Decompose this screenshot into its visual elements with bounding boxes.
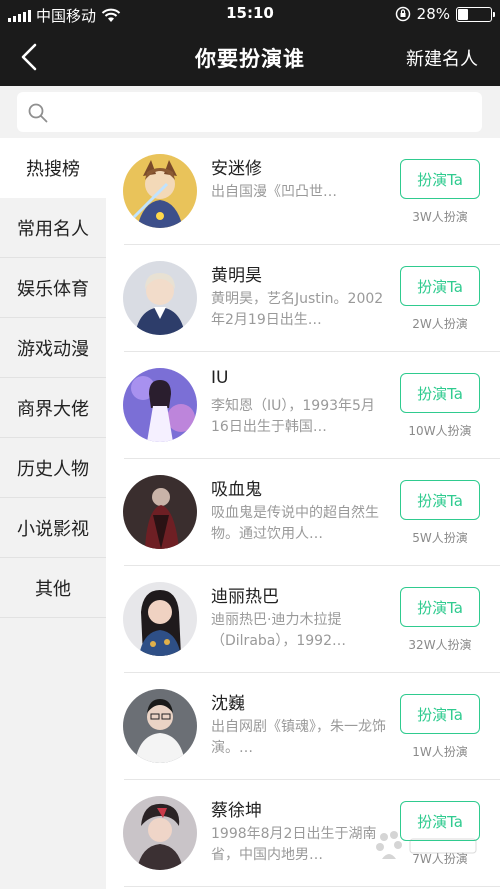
search-bar bbox=[0, 86, 500, 138]
avatar bbox=[123, 582, 197, 656]
avatar bbox=[123, 475, 197, 549]
sidebar-item-entertainment[interactable]: 娱乐体育 bbox=[0, 258, 106, 318]
list-item[interactable]: 吸血鬼 吸血鬼是传说中的超自然生物。通过饮用人… 扮演Ta 5W人扮演 bbox=[106, 459, 500, 566]
sidebar-item-label: 其他 bbox=[35, 578, 71, 600]
play-as-button[interactable]: 扮演Ta bbox=[400, 159, 480, 199]
player-count: 3W人扮演 bbox=[412, 210, 468, 224]
sidebar-item-business[interactable]: 商界大佬 bbox=[0, 378, 106, 438]
rotation-lock-icon bbox=[395, 6, 410, 22]
sidebar-item-label: 游戏动漫 bbox=[17, 338, 89, 360]
player-count: 10W人扮演 bbox=[408, 424, 472, 438]
celebrity-desc: 出自网剧《镇魂》，朱一龙饰演。… bbox=[211, 719, 386, 756]
sidebar-item-label: 热搜榜 bbox=[26, 158, 80, 180]
player-count: 2W人扮演 bbox=[412, 317, 468, 331]
player-count: 1W人扮演 bbox=[412, 745, 468, 759]
player-count: 32W人扮演 bbox=[408, 638, 472, 652]
play-as-button[interactable]: 扮演Ta bbox=[400, 480, 480, 520]
search-icon bbox=[28, 103, 48, 123]
sidebar-item-label: 常用名人 bbox=[17, 218, 89, 240]
sidebar-item-other[interactable]: 其他 bbox=[0, 558, 106, 618]
sidebar-item-label: 历史人物 bbox=[17, 458, 89, 480]
celebrity-desc: 出自国漫《凹凸世… bbox=[211, 184, 337, 200]
celebrity-name: 安迷修 bbox=[211, 159, 262, 179]
list-item[interactable]: 迪丽热巴 迪丽热巴·迪力木拉提（Dilraba），1992… 扮演Ta 32W人… bbox=[106, 566, 500, 673]
search-box[interactable] bbox=[17, 92, 482, 132]
sidebar-item-label: 小说影视 bbox=[17, 518, 89, 540]
celebrity-desc: 迪丽热巴·迪力木拉提（Dilraba），1992… bbox=[211, 612, 346, 649]
status-right: 28% bbox=[395, 5, 495, 23]
celebrity-name: 黄明昊 bbox=[211, 266, 262, 286]
celebrity-name: IU bbox=[211, 368, 229, 388]
sidebar-item-hot[interactable]: 热搜榜 bbox=[0, 138, 106, 198]
battery-percent: 28% bbox=[416, 5, 450, 23]
celebrity-desc: 吸血鬼是传说中的超自然生物。通过饮用人… bbox=[211, 505, 379, 542]
celebrity-list: 安迷修 出自国漫《凹凸世… 扮演Ta 3W人扮演 黄明昊 黄明昊，艺名Justi… bbox=[106, 138, 500, 889]
celebrity-name: 蔡徐坤 bbox=[211, 801, 262, 821]
sidebar-item-label: 娱乐体育 bbox=[17, 278, 89, 300]
list-item[interactable]: 沈巍 出自网剧《镇魂》，朱一龙饰演。… 扮演Ta 1W人扮演 bbox=[106, 673, 500, 780]
play-as-button[interactable]: 扮演Ta bbox=[400, 266, 480, 306]
list-item[interactable]: IU 李知恩（IU），1993年5月16日出生于韩国… 扮演Ta 10W人扮演 bbox=[106, 352, 500, 459]
celebrity-name: 吸血鬼 bbox=[211, 480, 262, 500]
sidebar-item-common[interactable]: 常用名人 bbox=[0, 198, 106, 258]
celebrity-name: 迪丽热巴 bbox=[211, 587, 279, 607]
avatar bbox=[123, 796, 197, 870]
avatar bbox=[123, 689, 197, 763]
play-as-button[interactable]: 扮演Ta bbox=[400, 373, 480, 413]
sidebar-item-history[interactable]: 历史人物 bbox=[0, 438, 106, 498]
player-count: 5W人扮演 bbox=[412, 531, 468, 545]
avatar bbox=[123, 154, 197, 228]
avatar bbox=[123, 368, 197, 442]
play-as-button[interactable]: 扮演Ta bbox=[400, 587, 480, 627]
new-celebrity-button[interactable]: 新建名人 bbox=[406, 45, 478, 71]
list-item[interactable]: 黄明昊 黄明昊，艺名Justin。2002年2月19日出生… 扮演Ta 2W人扮… bbox=[106, 245, 500, 352]
celebrity-desc: 李知恩（IU），1993年5月16日出生于韩国… bbox=[211, 398, 375, 435]
sidebar-item-label: 商界大佬 bbox=[17, 398, 89, 420]
baidu-watermark-logo bbox=[376, 831, 477, 859]
play-as-button[interactable]: 扮演Ta bbox=[400, 694, 480, 734]
category-sidebar: 热搜榜 常用名人 娱乐体育 游戏动漫 商界大佬 历史人物 小说影视 其他 bbox=[0, 138, 106, 889]
avatar bbox=[123, 261, 197, 335]
sidebar-item-games-anime[interactable]: 游戏动漫 bbox=[0, 318, 106, 378]
status-bar: 中国移动 15:10 28% bbox=[0, 0, 500, 28]
celebrity-desc: 1998年8月2日出生于湖南省，中国内地男… bbox=[211, 826, 377, 863]
celebrity-desc: 黄明昊，艺名Justin。2002年2月19日出生… bbox=[211, 291, 384, 328]
sidebar-item-fiction[interactable]: 小说影视 bbox=[0, 498, 106, 558]
battery-icon bbox=[456, 6, 495, 22]
list-item[interactable]: 安迷修 出自国漫《凹凸世… 扮演Ta 3W人扮演 bbox=[106, 138, 500, 245]
search-input[interactable] bbox=[57, 92, 474, 132]
nav-bar: 你要扮演谁 新建名人 bbox=[0, 28, 500, 86]
celebrity-name: 沈巍 bbox=[211, 694, 245, 714]
